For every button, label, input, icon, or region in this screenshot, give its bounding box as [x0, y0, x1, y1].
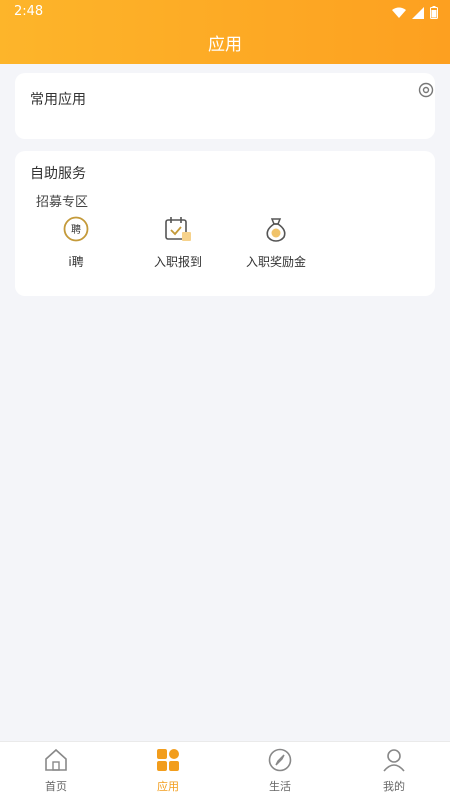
status-time: 2:48 — [14, 4, 44, 19]
app-label: 入职报到 — [153, 255, 202, 269]
svg-text:聘: 聘 — [71, 223, 81, 236]
signal-icon — [412, 4, 424, 23]
bottom-tab-bar: 首页 应用 生活 我的 — [0, 741, 450, 798]
settings-icon[interactable] — [418, 82, 434, 102]
status-icons — [392, 4, 438, 23]
tab-label: 应用 — [157, 780, 179, 793]
common-apps-title: 常用应用 — [30, 92, 86, 108]
common-apps-card: 常用应用 — [15, 73, 435, 139]
battery-icon — [430, 4, 438, 23]
tab-mine[interactable]: 我的 — [364, 748, 424, 794]
apps-grid-icon — [138, 748, 198, 775]
app-onboarding[interactable]: 入职报到 — [138, 216, 218, 270]
tab-label: 生活 — [269, 780, 291, 793]
self-service-title: 自助服务 — [30, 166, 86, 182]
calendar-check-icon — [138, 216, 218, 245]
compass-icon — [250, 748, 310, 775]
hire-icon: 聘 — [36, 216, 116, 245]
tab-life[interactable]: 生活 — [250, 748, 310, 794]
tab-label: 首页 — [45, 780, 67, 793]
app-hire[interactable]: 聘 i聘 — [36, 216, 116, 270]
app-label: 入职奖励金 — [245, 255, 306, 269]
user-icon — [364, 748, 424, 775]
recruitment-section-title: 招募专区 — [36, 195, 89, 210]
tab-label: 我的 — [383, 780, 405, 793]
page-title: 应用 — [208, 35, 242, 55]
wifi-icon — [392, 4, 406, 23]
app-label: i聘 — [68, 255, 84, 269]
tab-home[interactable]: 首页 — [26, 748, 86, 794]
tab-apps[interactable]: 应用 — [138, 748, 198, 794]
home-icon — [26, 748, 86, 775]
app-header: 2:48 应用 — [0, 0, 450, 64]
app-onboarding-bonus[interactable]: 入职奖励金 — [236, 216, 316, 270]
money-bag-icon — [236, 216, 316, 245]
